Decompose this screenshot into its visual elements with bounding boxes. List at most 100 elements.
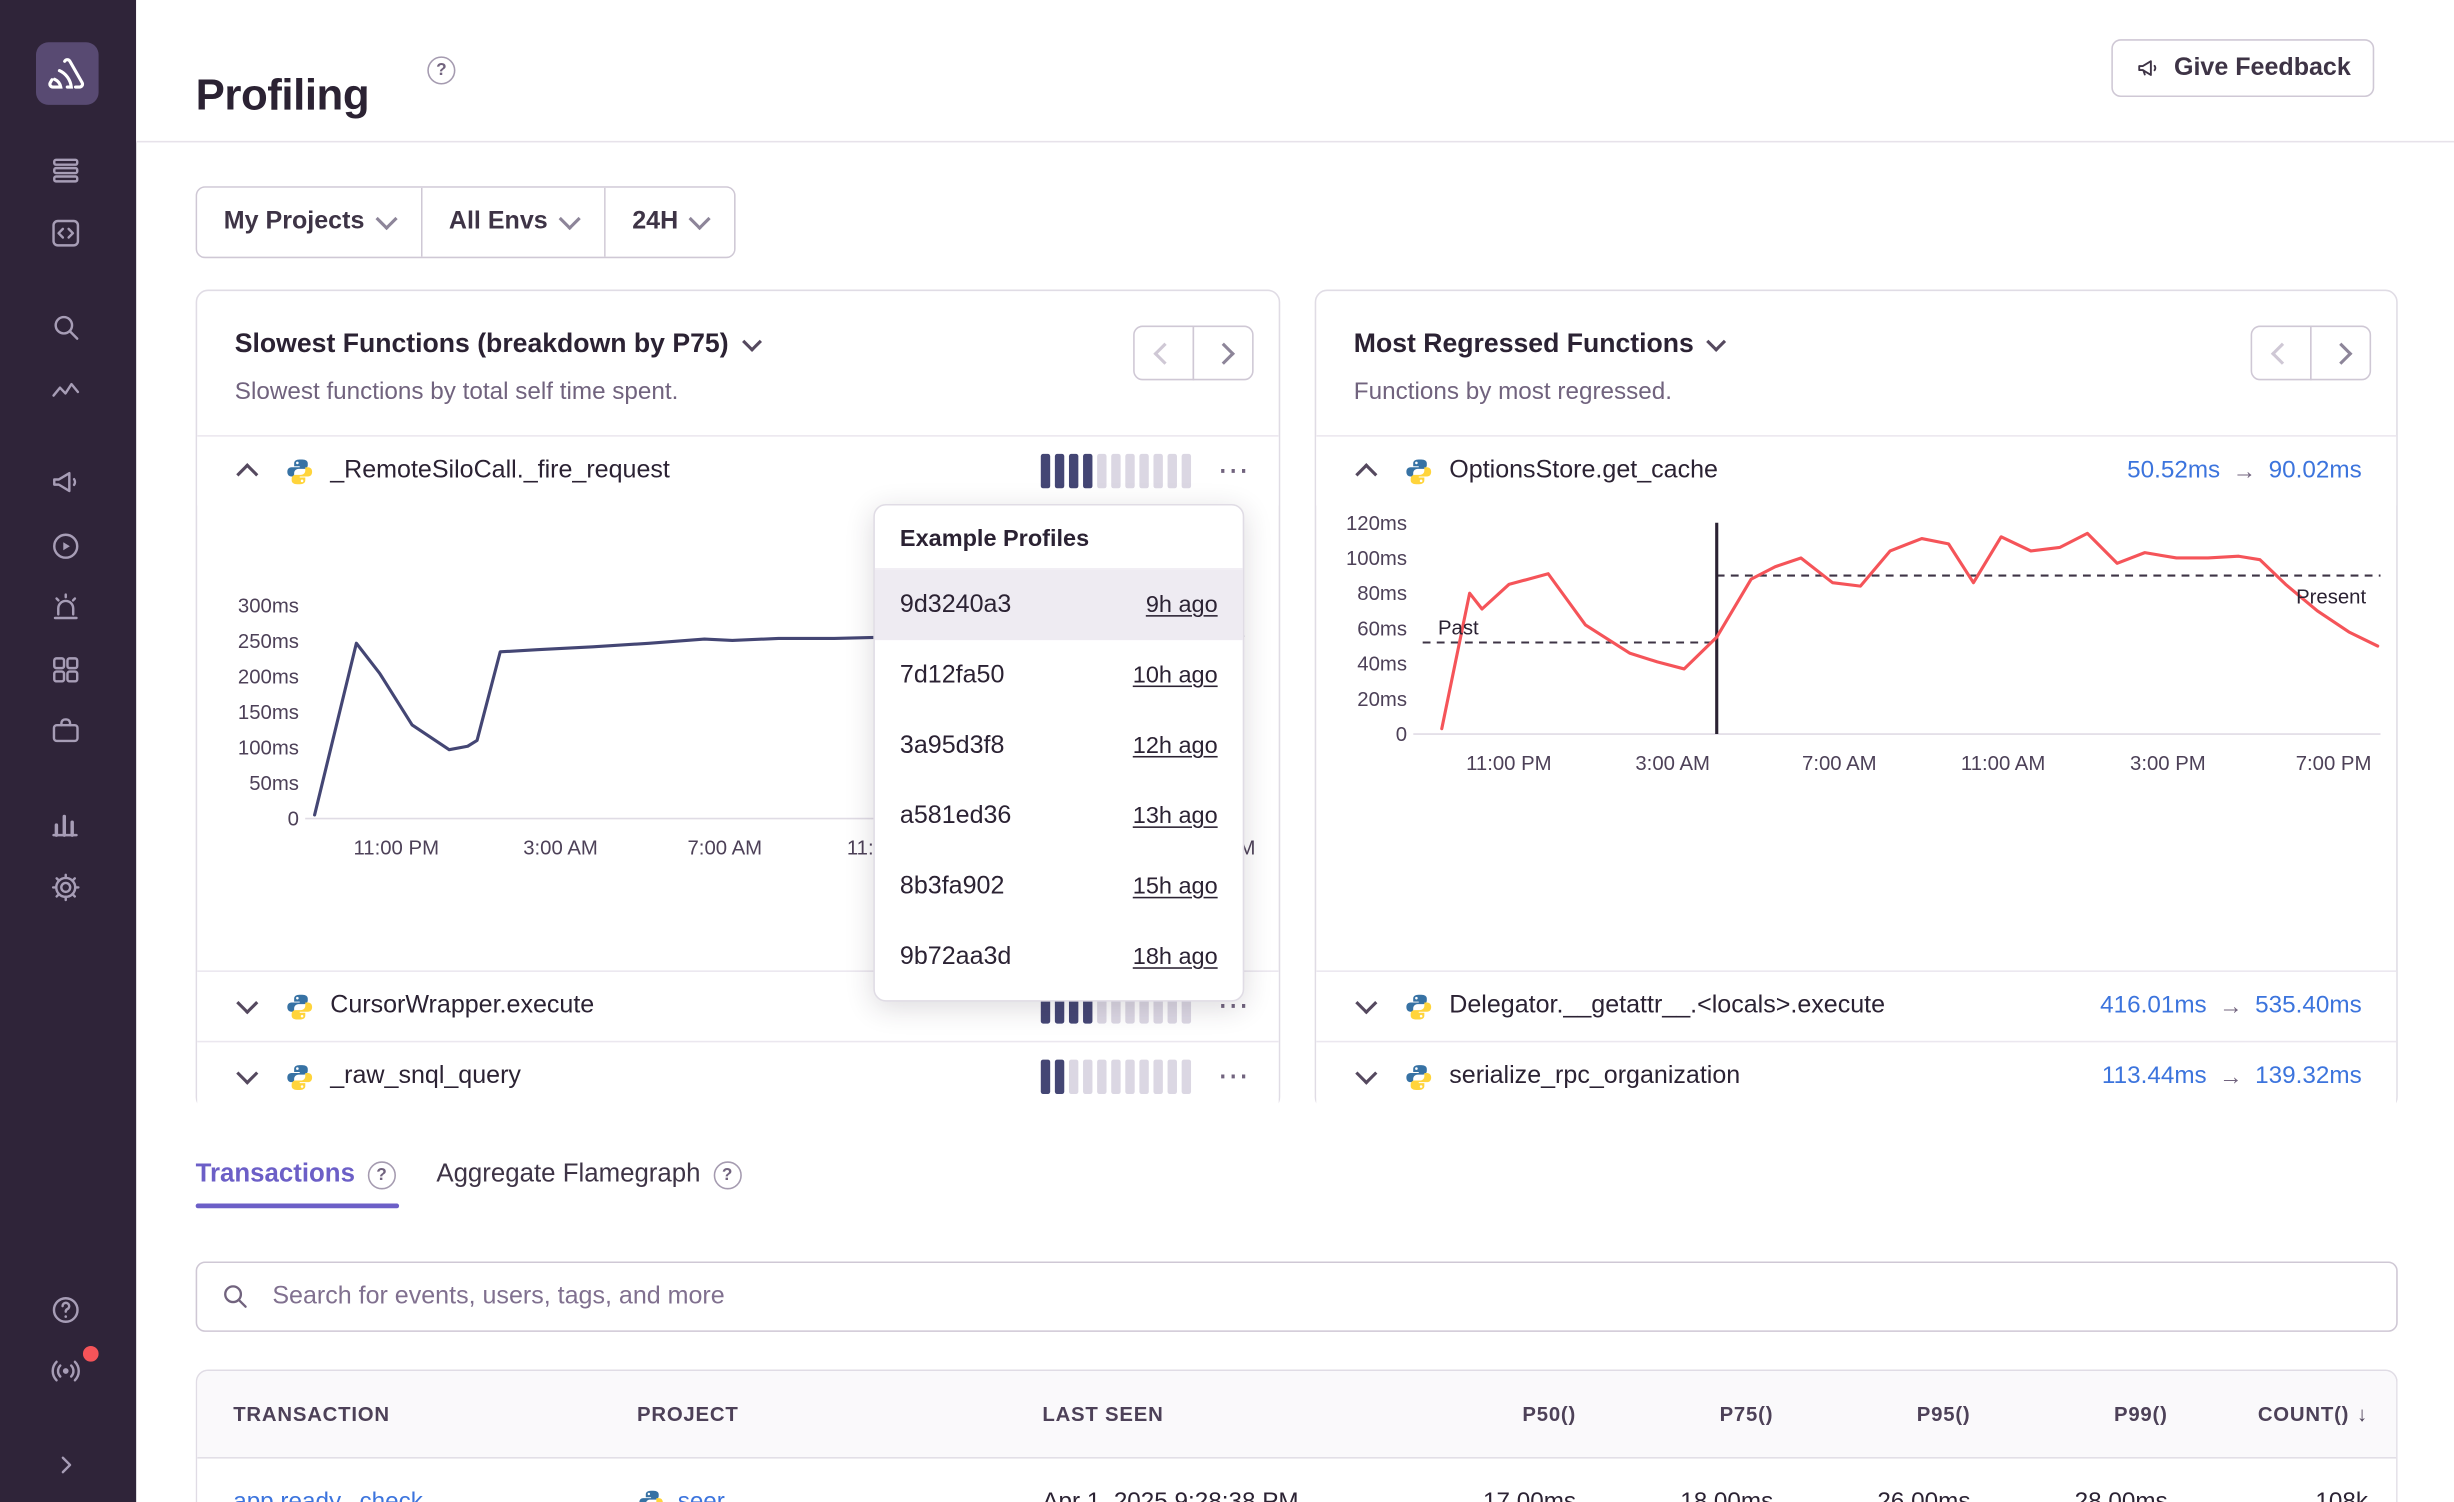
settings-icon[interactable]	[45, 867, 86, 908]
col-p95[interactable]: P95()	[1917, 1371, 1971, 1457]
insights-icon[interactable]	[45, 371, 86, 412]
profile-age-link[interactable]: 13h ago	[1133, 803, 1218, 830]
profile-age-link[interactable]: 15h ago	[1133, 873, 1218, 900]
profile-row[interactable]: 9b72aa3d 18h ago	[875, 922, 1243, 992]
example-profiles-popup: Example Profiles 9d3240a3 9h ago 7d12fa5…	[873, 504, 1244, 1002]
flamegraph-help-icon[interactable]: ?	[713, 1161, 741, 1189]
regressed-pagination	[2251, 326, 2372, 381]
profile-age-link[interactable]: 9h ago	[1146, 592, 1218, 619]
profile-age-link[interactable]: 12h ago	[1133, 732, 1218, 759]
explore-icon[interactable]	[45, 213, 86, 254]
function-row[interactable]: serialize_rpc_organization 113.44ms → 13…	[1316, 1041, 2396, 1111]
sentry-profiling-page: Profiling ? Give Feedback My Projects Al…	[0, 0, 2454, 1502]
most-regressed-title[interactable]: Most Regressed Functions	[1354, 329, 1724, 360]
help-icon[interactable]	[45, 1290, 86, 1331]
replays-icon[interactable]	[45, 526, 86, 567]
svg-text:Present: Present	[2296, 587, 2366, 609]
python-icon	[285, 991, 315, 1021]
chevron-down-icon	[689, 208, 711, 230]
profile-row[interactable]: a581ed36 13h ago	[875, 781, 1243, 851]
prev-page-button[interactable]	[2251, 326, 2312, 381]
tab-aggregate-flamegraph[interactable]: Aggregate Flamegraph ?	[436, 1160, 741, 1190]
expand-row-icon[interactable]	[232, 1072, 263, 1081]
slowest-functions-title[interactable]: Slowest Functions (breakdown by P75)	[235, 329, 759, 360]
expand-row-icon[interactable]	[1351, 1072, 1382, 1081]
options-icon[interactable]: ⋯	[1213, 1061, 1254, 1092]
col-transaction[interactable]: TRANSACTION	[233, 1371, 390, 1457]
search-nav-icon[interactable]	[45, 307, 86, 348]
screen: Profiling ? Give Feedback My Projects Al…	[0, 0, 2454, 1502]
before-duration-link[interactable]: 416.01ms	[2100, 992, 2207, 1020]
sort-desc-icon: ↓	[2357, 1402, 2368, 1425]
slowest-functions-subtitle: Slowest functions by total self time spe…	[235, 379, 679, 407]
expand-row-icon[interactable]	[1351, 1002, 1382, 1011]
function-row[interactable]: _RemoteSiloCall._fire_request ⋯	[197, 435, 1278, 505]
function-name: CursorWrapper.execute	[330, 992, 594, 1020]
profile-age-link[interactable]: 18h ago	[1133, 944, 1218, 971]
chevron-down-icon	[741, 331, 761, 351]
tab-transactions[interactable]: Transactions ?	[196, 1160, 396, 1190]
col-last-seen[interactable]: LAST SEEN	[1042, 1371, 1163, 1457]
projects-filter-label: My Projects	[224, 208, 365, 236]
environments-filter[interactable]: All Envs	[422, 188, 605, 257]
give-feedback-button[interactable]: Give Feedback	[2111, 39, 2374, 97]
after-duration-link[interactable]: 90.02ms	[2269, 457, 2362, 485]
after-duration-link[interactable]: 139.32ms	[2255, 1063, 2362, 1091]
profiling-help-icon[interactable]: ?	[427, 56, 455, 84]
transaction-link[interactable]: app.ready._check	[233, 1459, 423, 1502]
before-duration-link[interactable]: 113.44ms	[2102, 1063, 2207, 1091]
table-header: TRANSACTION PROJECT LAST SEEN P50() P75(…	[197, 1371, 2396, 1459]
transactions-help-icon[interactable]: ?	[367, 1161, 395, 1189]
project-link[interactable]: seer	[678, 1459, 725, 1502]
function-name: OptionsStore.get_cache	[1449, 457, 1718, 485]
stats-icon[interactable]	[45, 804, 86, 845]
prev-page-button[interactable]	[1133, 326, 1194, 381]
search-icon	[219, 1280, 250, 1311]
search-input[interactable]	[196, 1261, 2398, 1331]
function-row[interactable]: OptionsStore.get_cache 50.52ms → 90.02ms	[1316, 435, 2396, 505]
sentry-logo[interactable]	[36, 42, 99, 105]
svg-text:150ms: 150ms	[238, 702, 299, 724]
give-feedback-label: Give Feedback	[2174, 54, 2351, 82]
issues-icon[interactable]	[45, 150, 86, 191]
date-range-filter[interactable]: 24H	[606, 188, 735, 257]
slowest-pagination	[1133, 326, 1254, 381]
col-p75[interactable]: P75()	[1720, 1371, 1774, 1457]
python-icon	[1404, 456, 1434, 486]
dashboards-icon[interactable]	[45, 650, 86, 691]
projects-filter[interactable]: My Projects	[197, 188, 422, 257]
before-duration-link[interactable]: 50.52ms	[2127, 457, 2220, 485]
function-name: _RemoteSiloCall._fire_request	[330, 457, 670, 485]
next-page-button[interactable]	[2310, 326, 2371, 381]
python-icon	[285, 1062, 315, 1092]
environments-filter-label: All Envs	[449, 208, 548, 236]
profile-row[interactable]: 3a95d3f8 12h ago	[875, 711, 1243, 781]
col-count[interactable]: COUNT()↓	[2258, 1371, 2368, 1457]
expand-sidebar-icon[interactable]	[45, 1445, 86, 1486]
col-project[interactable]: PROJECT	[637, 1371, 739, 1457]
options-icon[interactable]: ⋯	[1213, 455, 1254, 486]
collapse-row-icon[interactable]	[1351, 460, 1382, 482]
function-row[interactable]: Delegator.__getattr__.<locals>.execute 4…	[1316, 970, 2396, 1040]
feedback-icon[interactable]	[45, 462, 86, 503]
profile-row[interactable]: 9d3240a3 9h ago	[875, 570, 1243, 640]
projects-icon[interactable]	[45, 711, 86, 752]
function-name: serialize_rpc_organization	[1449, 1063, 1740, 1091]
alerts-icon[interactable]	[45, 587, 86, 628]
next-page-button[interactable]	[1193, 326, 1254, 381]
view-tabs: Transactions ? Aggregate Flamegraph ?	[196, 1160, 742, 1190]
function-row[interactable]: _raw_snql_query ⋯	[197, 1041, 1278, 1111]
regression-chart: 120ms100ms80ms60ms40ms20ms011:00 PM3:00 …	[1316, 502, 2396, 970]
after-duration-link[interactable]: 535.40ms	[2255, 992, 2362, 1020]
table-row[interactable]: app.ready._check seer Apr 1, 2025 9:28:3…	[197, 1459, 2396, 1502]
collapse-row-icon[interactable]	[232, 460, 263, 482]
p99-cell: 28.00ms	[2075, 1459, 2168, 1502]
p50-cell: 17.00ms	[1483, 1459, 1576, 1502]
col-p50[interactable]: P50()	[1522, 1371, 1576, 1457]
profile-row[interactable]: 7d12fa50 10h ago	[875, 640, 1243, 710]
profile-row[interactable]: 8b3fa902 15h ago	[875, 851, 1243, 921]
col-p99[interactable]: P99()	[2114, 1371, 2168, 1457]
profile-age-link[interactable]: 10h ago	[1133, 662, 1218, 689]
svg-text:Past: Past	[1438, 618, 1479, 640]
expand-row-icon[interactable]	[232, 1002, 263, 1011]
